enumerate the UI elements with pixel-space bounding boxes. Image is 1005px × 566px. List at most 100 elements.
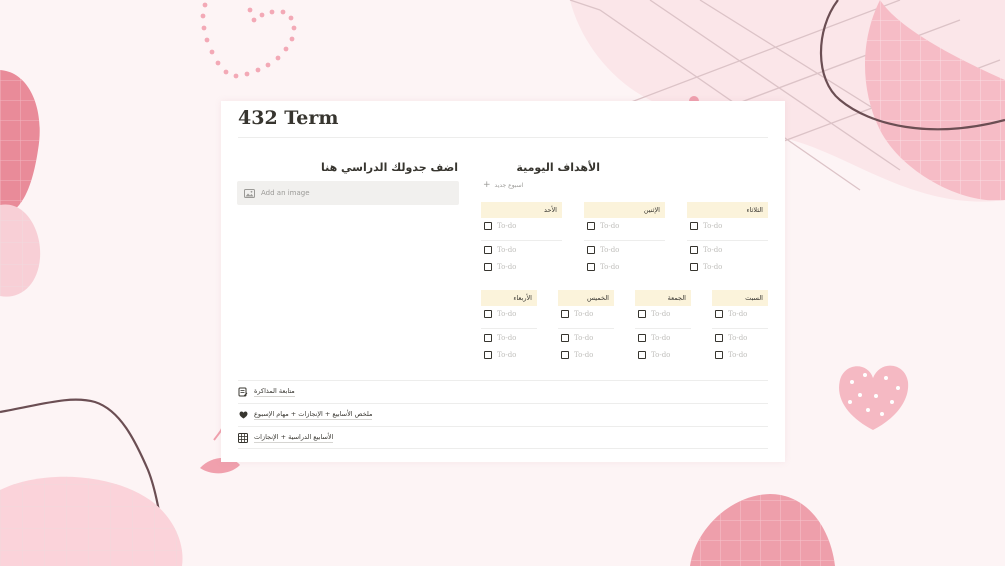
todo-placeholder: To-do (651, 334, 671, 342)
todo-placeholder: To-do (497, 246, 517, 254)
todo-placeholder: To-do (728, 310, 748, 318)
todo-item[interactable]: To-do (690, 222, 722, 230)
todo-placeholder: To-do (497, 334, 517, 342)
todo-checkbox[interactable] (484, 222, 492, 230)
todo-placeholder: To-do (728, 334, 748, 342)
todo-item[interactable]: To-do (484, 263, 516, 271)
todo-divider (712, 328, 768, 329)
plus-icon: + (483, 180, 491, 190)
day-header[interactable]: الإثنين (584, 202, 665, 218)
todo-placeholder: To-do (651, 351, 671, 359)
todo-checkbox[interactable] (638, 351, 646, 359)
page-title[interactable]: 432 Term (238, 107, 338, 129)
todo-checkbox[interactable] (484, 334, 492, 342)
todo-item[interactable]: To-do (561, 351, 593, 359)
todo-item[interactable]: To-do (587, 222, 619, 230)
dotted-heart (200, 2, 297, 79)
day-column-friday: الجمعة To-do To-do To-do (635, 290, 691, 359)
page-link-study-tracking[interactable]: متابعة المذاكرة (238, 380, 768, 403)
schedule-heading: اضف جدولك الدراسي هنا (320, 161, 458, 174)
todo-checkbox[interactable] (587, 246, 595, 254)
day-column-wednesday: الأربعاء To-do To-do To-do (481, 290, 537, 359)
page-link-weeks-summary[interactable]: ملخص الأسابيع + الإنجازات + مهام الإسبوع (238, 403, 768, 426)
todo-placeholder: To-do (574, 351, 594, 359)
todo-checkbox[interactable] (484, 263, 492, 271)
todo-item[interactable]: To-do (484, 351, 516, 359)
heart-icon (238, 410, 248, 420)
todo-checkbox[interactable] (561, 310, 569, 318)
todo-placeholder: To-do (574, 310, 594, 318)
todo-checkbox[interactable] (690, 263, 698, 271)
todo-item[interactable]: To-do (587, 246, 619, 254)
notion-page: 432 Term اضف جدولك الدراسي هنا Add an im… (221, 101, 785, 462)
todo-item[interactable]: To-do (484, 222, 516, 230)
todo-checkbox[interactable] (484, 246, 492, 254)
todo-item[interactable]: To-do (638, 334, 670, 342)
todo-item[interactable]: To-do (715, 310, 747, 318)
todo-checkbox[interactable] (715, 310, 723, 318)
todo-placeholder: To-do (703, 263, 723, 271)
todo-checkbox[interactable] (561, 351, 569, 359)
add-image-button[interactable]: Add an image (237, 181, 459, 205)
todo-placeholder: To-do (574, 334, 594, 342)
todo-item[interactable]: To-do (484, 310, 516, 318)
todo-placeholder: To-do (728, 351, 748, 359)
todo-item[interactable]: To-do (587, 263, 619, 271)
image-icon (244, 188, 255, 198)
todo-item[interactable]: To-do (561, 310, 593, 318)
todo-checkbox[interactable] (715, 334, 723, 342)
todo-checkbox[interactable] (690, 222, 698, 230)
todo-divider (635, 328, 691, 329)
todo-item[interactable]: To-do (715, 351, 747, 359)
day-header[interactable]: الثلاثاء (687, 202, 768, 218)
day-header[interactable]: الجمعة (635, 290, 691, 306)
page-link-label: الأسابيع الدراسية + الإنجازات (254, 432, 334, 443)
todo-placeholder: To-do (497, 351, 517, 359)
todo-item[interactable]: To-do (690, 263, 722, 271)
page-link-label: متابعة المذاكرة (254, 387, 295, 397)
page-link-study-weeks[interactable]: الأسابيع الدراسية + الإنجازات (238, 426, 768, 449)
todo-item[interactable]: To-do (484, 334, 516, 342)
todo-placeholder: To-do (600, 263, 620, 271)
todo-placeholder: To-do (497, 310, 517, 318)
todo-checkbox[interactable] (587, 263, 595, 271)
new-week-label: اسبوع جديد (494, 182, 524, 189)
todo-placeholder: To-do (703, 222, 723, 230)
todo-item[interactable]: To-do (561, 334, 593, 342)
todo-divider (584, 240, 665, 241)
todo-checkbox[interactable] (484, 310, 492, 318)
day-header[interactable]: الخميس (558, 290, 614, 306)
todo-placeholder: To-do (600, 246, 620, 254)
day-header[interactable]: السبت (712, 290, 768, 306)
todo-item[interactable]: To-do (484, 246, 516, 254)
day-column-saturday: السبت To-do To-do To-do (712, 290, 768, 359)
todo-placeholder: To-do (497, 263, 517, 271)
day-header[interactable]: الأربعاء (481, 290, 537, 306)
todo-item[interactable]: To-do (715, 334, 747, 342)
title-divider (238, 137, 768, 138)
calendar-grid-icon (238, 432, 248, 443)
notepad-icon (238, 387, 248, 397)
todo-checkbox[interactable] (587, 222, 595, 230)
day-column-tuesday: الثلاثاء To-do To-do To-do (687, 202, 768, 271)
todo-placeholder: To-do (703, 246, 723, 254)
add-image-label: Add an image (261, 189, 310, 197)
new-week-button[interactable]: + اسبوع جديد (483, 181, 523, 190)
todo-divider (558, 328, 614, 329)
todo-checkbox[interactable] (690, 246, 698, 254)
todo-item[interactable]: To-do (690, 246, 722, 254)
todo-item[interactable]: To-do (638, 351, 670, 359)
todo-item[interactable]: To-do (638, 310, 670, 318)
todo-checkbox[interactable] (484, 351, 492, 359)
polka-heart (839, 365, 909, 430)
todo-placeholder: To-do (497, 222, 517, 230)
day-column-sunday: الأحد To-do To-do To-do (481, 202, 562, 271)
todo-checkbox[interactable] (638, 310, 646, 318)
day-header[interactable]: الأحد (481, 202, 562, 218)
todo-checkbox[interactable] (561, 334, 569, 342)
todo-placeholder: To-do (600, 222, 620, 230)
todo-checkbox[interactable] (638, 334, 646, 342)
todo-checkbox[interactable] (715, 351, 723, 359)
todo-placeholder: To-do (651, 310, 671, 318)
todo-divider (481, 328, 537, 329)
